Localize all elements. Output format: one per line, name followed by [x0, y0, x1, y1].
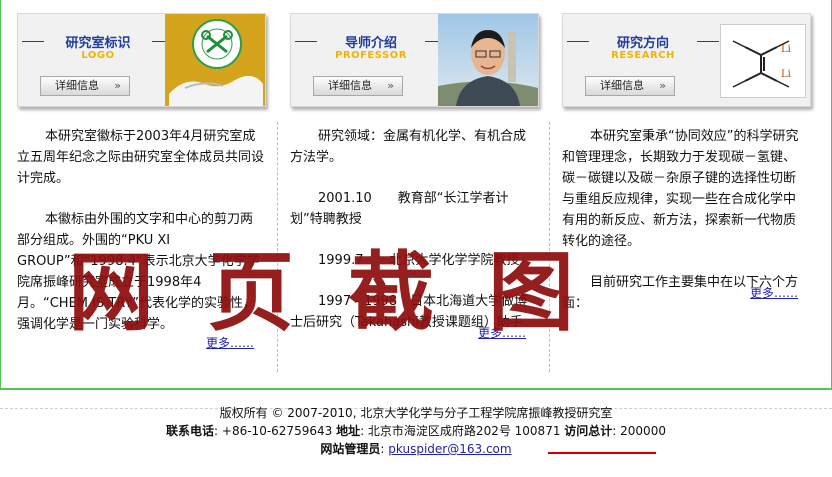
admin-email-link[interactable]: pkuspider@163.com: [388, 442, 511, 456]
admin-line: 网站管理员: pkuspider@163.com: [320, 442, 512, 456]
logo-image[interactable]: [165, 14, 265, 106]
professor-panel: 导师介绍 PROFESSOR 详细信息»: [290, 13, 539, 107]
visits-highlight-underline: [548, 452, 656, 454]
logo-paragraph: 本研究室徽标于2003年4月研究室成立五周年纪念之际由研究室全体成员共同设计完成…: [17, 129, 265, 186]
phone-value: : +86-10-62759643: [214, 424, 337, 438]
address-label: 地址: [336, 424, 361, 438]
logo-panel: 研究室标识 LOGO 详细信息»: [17, 13, 266, 107]
contact-line: 联系电话: +86-10-62759643 地址: 北京市海淀区成府路202号 …: [0, 422, 832, 440]
visits-value: : 200000: [612, 424, 666, 438]
logo-details-button[interactable]: 详细信息»: [40, 76, 130, 96]
admin-label: 网站管理员: [320, 442, 381, 456]
visits-label: 访问总计: [564, 424, 613, 438]
lithium-label: Li: [781, 44, 791, 55]
copyright-text: 版权所有 © 2007-2010, 北京大学化学与分子工程学院席振峰教授研究室: [219, 406, 613, 420]
double-chevron-icon: »: [114, 79, 121, 92]
professor-paragraph: 研究领域：金属有机化学、有机合成方法学。: [290, 129, 527, 165]
research-panel-subtitle: RESEARCH: [611, 50, 675, 61]
research-details-button[interactable]: 详细信息»: [585, 76, 675, 96]
professor-panel-title: 导师介绍: [291, 32, 451, 51]
phone-label: 联系电话: [166, 424, 215, 438]
logo-panel-title: 研究室标识: [18, 32, 178, 51]
double-chevron-icon: »: [659, 79, 666, 92]
research-molecule-image[interactable]: Li Li: [720, 24, 806, 98]
research-panel: 研究方向 RESEARCH 详细信息» Li Li: [562, 13, 811, 107]
research-panel-title: 研究方向: [563, 32, 723, 51]
professor-photo[interactable]: [438, 14, 538, 106]
double-chevron-icon: »: [387, 79, 394, 92]
logo-panel-subtitle: LOGO: [81, 50, 115, 61]
professor-panel-subtitle: PROFESSOR: [335, 50, 407, 61]
screenshot-watermark: 网页截图: [68, 242, 628, 343]
professor-details-button[interactable]: 详细信息»: [313, 76, 403, 96]
lithium-label: Li: [781, 69, 791, 80]
address-value: : 北京市海淀区成府路202号 100871: [360, 424, 565, 438]
footer: 版权所有 © 2007-2010, 北京大学化学与分子工程学院席振峰教授研究室 …: [0, 404, 832, 458]
